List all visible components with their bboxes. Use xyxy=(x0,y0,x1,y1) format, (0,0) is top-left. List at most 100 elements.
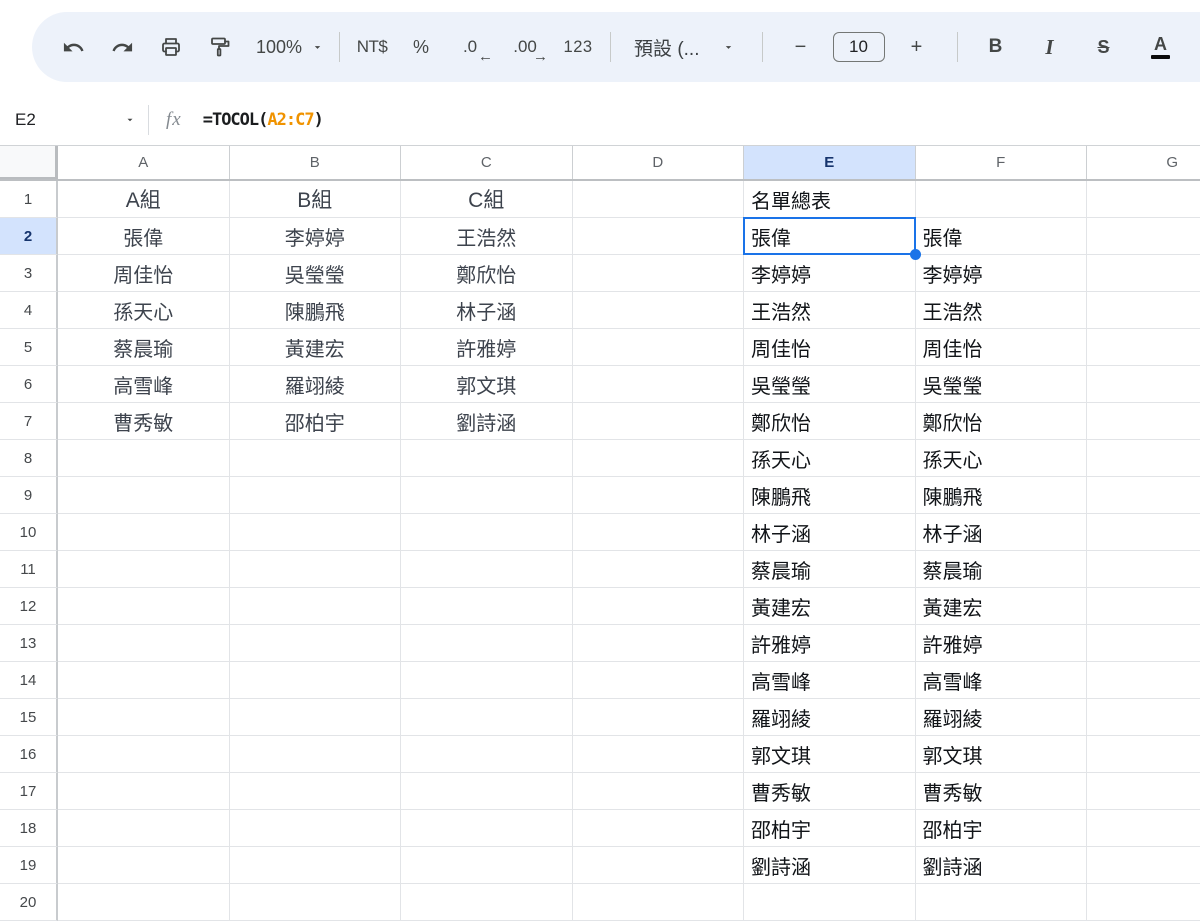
cell-C19[interactable] xyxy=(401,847,573,884)
cell-A4[interactable]: 孫天心 xyxy=(58,292,230,329)
cell-F1[interactable] xyxy=(916,181,1088,218)
row-header-4[interactable]: 4 xyxy=(0,292,58,329)
cell-E7[interactable]: 鄭欣怡 xyxy=(744,403,916,440)
cell-A18[interactable] xyxy=(58,810,230,847)
cell-G10[interactable] xyxy=(1087,514,1200,551)
cell-G18[interactable] xyxy=(1087,810,1200,847)
cell-E9[interactable]: 陳鵬飛 xyxy=(744,477,916,514)
cell-D15[interactable] xyxy=(573,699,745,736)
cell-E16[interactable]: 郭文琪 xyxy=(744,736,916,773)
formula-input[interactable]: =TOCOL(A2:C7) xyxy=(203,110,323,130)
bold-button[interactable]: B xyxy=(979,27,1013,67)
row-header-16[interactable]: 16 xyxy=(0,736,58,773)
cell-D11[interactable] xyxy=(573,551,745,588)
cell-F12[interactable]: 黃建宏 xyxy=(916,588,1088,625)
row-header-1[interactable]: 1 xyxy=(0,181,58,218)
cell-D9[interactable] xyxy=(573,477,745,514)
cell-C16[interactable] xyxy=(401,736,573,773)
cell-C1[interactable]: C組 xyxy=(401,181,573,218)
cell-D20[interactable] xyxy=(573,884,745,921)
cell-E2[interactable]: 張偉 xyxy=(744,218,916,255)
cell-E11[interactable]: 蔡晨瑜 xyxy=(744,551,916,588)
cell-G15[interactable] xyxy=(1087,699,1200,736)
cell-F11[interactable]: 蔡晨瑜 xyxy=(916,551,1088,588)
cell-D19[interactable] xyxy=(573,847,745,884)
cell-D2[interactable] xyxy=(573,218,745,255)
cell-G12[interactable] xyxy=(1087,588,1200,625)
cell-B16[interactable] xyxy=(230,736,402,773)
percent-format-button[interactable]: % xyxy=(404,27,438,67)
column-header-D[interactable]: D xyxy=(573,146,745,179)
font-select[interactable]: 預設 (... xyxy=(634,27,734,67)
cell-F16[interactable]: 郭文琪 xyxy=(916,736,1088,773)
cell-F5[interactable]: 周佳怡 xyxy=(916,329,1088,366)
cell-A1[interactable]: A組 xyxy=(58,181,230,218)
cell-C11[interactable] xyxy=(401,551,573,588)
cell-A17[interactable] xyxy=(58,773,230,810)
cell-F19[interactable]: 劉詩涵 xyxy=(916,847,1088,884)
decrease-decimal-button[interactable]: .0 ← xyxy=(453,27,487,67)
cell-C12[interactable] xyxy=(401,588,573,625)
cell-G1[interactable] xyxy=(1087,181,1200,218)
cell-B3[interactable]: 吳瑩瑩 xyxy=(230,255,402,292)
cell-E10[interactable]: 林子涵 xyxy=(744,514,916,551)
cell-B8[interactable] xyxy=(230,440,402,477)
row-header-13[interactable]: 13 xyxy=(0,625,58,662)
cell-E12[interactable]: 黃建宏 xyxy=(744,588,916,625)
cell-B6[interactable]: 羅翊綾 xyxy=(230,366,402,403)
row-header-20[interactable]: 20 xyxy=(0,884,58,921)
redo-button[interactable] xyxy=(105,27,139,67)
cell-D16[interactable] xyxy=(573,736,745,773)
undo-button[interactable] xyxy=(56,27,90,67)
cell-D6[interactable] xyxy=(573,366,745,403)
zoom-select[interactable]: 100% xyxy=(256,27,324,67)
cell-D12[interactable] xyxy=(573,588,745,625)
text-color-button[interactable]: A xyxy=(1144,27,1178,67)
cell-B7[interactable]: 邵柏宇 xyxy=(230,403,402,440)
row-header-3[interactable]: 3 xyxy=(0,255,58,292)
cell-F15[interactable]: 羅翊綾 xyxy=(916,699,1088,736)
cell-D7[interactable] xyxy=(573,403,745,440)
cell-C5[interactable]: 許雅婷 xyxy=(401,329,573,366)
cell-E6[interactable]: 吳瑩瑩 xyxy=(744,366,916,403)
font-size-input[interactable]: 10 xyxy=(833,32,885,62)
cell-G5[interactable] xyxy=(1087,329,1200,366)
cell-E17[interactable]: 曹秀敏 xyxy=(744,773,916,810)
cell-G3[interactable] xyxy=(1087,255,1200,292)
cell-A11[interactable] xyxy=(58,551,230,588)
cell-E13[interactable]: 許雅婷 xyxy=(744,625,916,662)
select-all-corner[interactable] xyxy=(0,146,58,179)
cell-E15[interactable]: 羅翊綾 xyxy=(744,699,916,736)
increase-font-size-button[interactable]: + xyxy=(900,27,934,67)
cell-F2[interactable]: 張偉 xyxy=(916,218,1088,255)
cell-E1[interactable]: 名單總表 xyxy=(744,181,916,218)
cell-B5[interactable]: 黃建宏 xyxy=(230,329,402,366)
cell-A3[interactable]: 周佳怡 xyxy=(58,255,230,292)
cell-B14[interactable] xyxy=(230,662,402,699)
cell-D17[interactable] xyxy=(573,773,745,810)
cell-A7[interactable]: 曹秀敏 xyxy=(58,403,230,440)
cell-C17[interactable] xyxy=(401,773,573,810)
row-header-11[interactable]: 11 xyxy=(0,551,58,588)
cell-D14[interactable] xyxy=(573,662,745,699)
cell-C6[interactable]: 郭文琪 xyxy=(401,366,573,403)
cell-E5[interactable]: 周佳怡 xyxy=(744,329,916,366)
cell-C8[interactable] xyxy=(401,440,573,477)
cell-D10[interactable] xyxy=(573,514,745,551)
cell-A16[interactable] xyxy=(58,736,230,773)
cell-E8[interactable]: 孫天心 xyxy=(744,440,916,477)
cell-F3[interactable]: 李婷婷 xyxy=(916,255,1088,292)
cell-G4[interactable] xyxy=(1087,292,1200,329)
row-header-5[interactable]: 5 xyxy=(0,329,58,366)
cell-C18[interactable] xyxy=(401,810,573,847)
cell-B18[interactable] xyxy=(230,810,402,847)
cell-A9[interactable] xyxy=(58,477,230,514)
cell-A15[interactable] xyxy=(58,699,230,736)
cell-F8[interactable]: 孫天心 xyxy=(916,440,1088,477)
row-header-12[interactable]: 12 xyxy=(0,588,58,625)
cell-B11[interactable] xyxy=(230,551,402,588)
cell-F17[interactable]: 曹秀敏 xyxy=(916,773,1088,810)
row-header-7[interactable]: 7 xyxy=(0,403,58,440)
strikethrough-button[interactable]: S xyxy=(1087,27,1121,67)
cell-B19[interactable] xyxy=(230,847,402,884)
